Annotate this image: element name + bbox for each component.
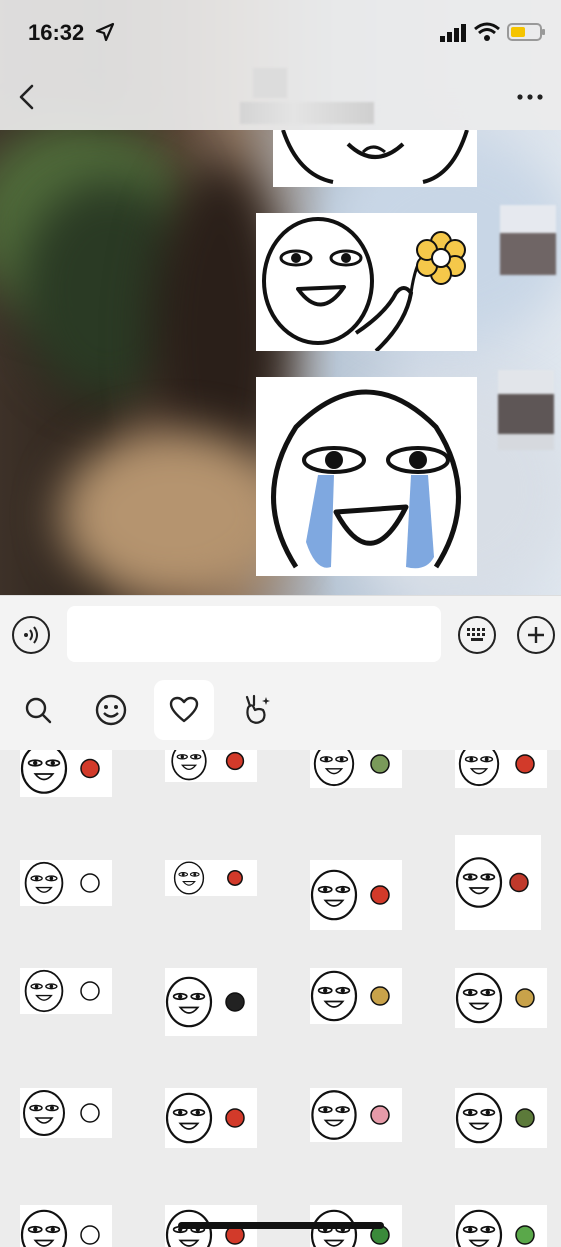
message-sticker[interactable] <box>273 129 477 187</box>
sticker-cell-face-with-bone[interactable] <box>20 1205 112 1247</box>
navigation-bar <box>0 64 561 130</box>
sticker-cell-face-with-cucumber[interactable] <box>455 1205 547 1247</box>
tab-stickers[interactable] <box>227 680 287 740</box>
voice-button[interactable] <box>12 616 50 654</box>
tab-favorites[interactable] <box>154 680 214 740</box>
smile-face-flower-sticker <box>262 217 466 353</box>
sticker-cell-face-with-grenade[interactable] <box>455 1088 547 1148</box>
sticker-cell-face-with-gun[interactable] <box>165 968 257 1036</box>
sticker-cell-face-blowing-heart[interactable] <box>165 1088 257 1148</box>
crying-face-sticker <box>271 389 461 569</box>
message-input[interactable] <box>67 606 441 662</box>
tab-search[interactable] <box>8 680 68 740</box>
sticker-grid <box>0 750 561 1247</box>
avatar[interactable] <box>498 370 554 450</box>
chevron-left-icon[interactable] <box>14 82 42 112</box>
keyboard-icon <box>467 628 485 641</box>
sticker-cell-yes-high-five[interactable] <box>20 860 112 906</box>
status-bar: 16:32 <box>0 0 561 64</box>
sticker-cell-face-with-sword[interactable] <box>310 968 402 1024</box>
heart-icon <box>169 696 199 723</box>
chat-screen: 16:32 <box>0 0 561 1247</box>
plus-icon <box>528 627 544 643</box>
sticker-cell-face-with-dynamite[interactable] <box>455 835 541 930</box>
search-icon <box>25 697 52 724</box>
location-arrow-icon <box>95 22 115 42</box>
tab-emoji[interactable] <box>81 680 141 740</box>
battery-icon <box>507 23 545 41</box>
keyboard-button[interactable] <box>458 616 496 654</box>
smile-face-sticker <box>281 129 469 184</box>
peace-hand-icon <box>245 694 270 724</box>
more-dots-icon[interactable] <box>516 92 546 102</box>
chat-title-blurred <box>240 102 374 124</box>
sticker-tabs <box>0 675 561 750</box>
message-sticker[interactable] <box>256 377 477 576</box>
input-bar <box>0 595 561 675</box>
title-blur-top <box>253 68 287 98</box>
sticker-cell-faces-bleeding[interactable] <box>20 750 112 797</box>
message-sticker[interactable] <box>256 213 477 353</box>
sticker-cell-face-with-scarf[interactable] <box>20 968 112 1014</box>
sticker-grid-drawings <box>20 750 547 1247</box>
signal-icon <box>440 24 466 42</box>
sticker-cell-faces-splatter[interactable] <box>455 750 547 788</box>
wifi-icon <box>474 22 500 41</box>
sticker-cell-face-splatter-knife[interactable] <box>310 860 402 930</box>
sticker-cell-face-with-eraser[interactable] <box>310 1088 402 1142</box>
plus-button[interactable] <box>517 616 555 654</box>
sticker-cell-face-being-hit[interactable] <box>165 750 257 782</box>
status-time: 16:32 <box>28 20 85 45</box>
voice-icon <box>24 626 38 644</box>
sticker-cell-face-with-money[interactable] <box>310 750 402 788</box>
home-indicator[interactable] <box>178 1222 384 1229</box>
sticker-cell-face-shooting[interactable] <box>165 860 257 896</box>
sticker-cell-face-under-blanket[interactable] <box>20 1088 112 1138</box>
smiley-icon <box>95 694 127 726</box>
sticker-cell-pillow-with-knife[interactable] <box>455 968 547 1028</box>
avatar[interactable] <box>500 205 556 275</box>
